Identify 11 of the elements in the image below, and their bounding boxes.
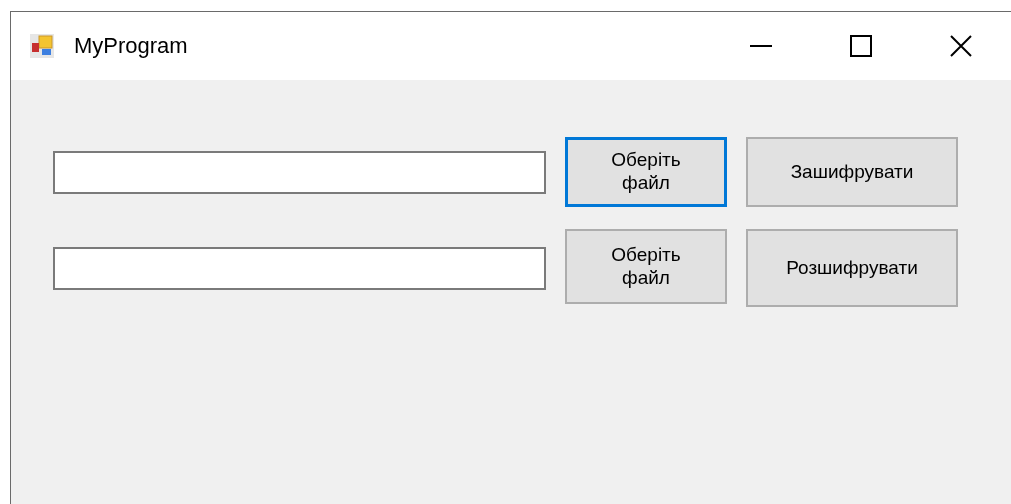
encrypt-button[interactable]: Зашифрувати: [746, 137, 958, 207]
choose-file-button[interactable]: Оберіть файл: [565, 229, 727, 304]
file-path-field[interactable]: [53, 150, 546, 194]
app-icon: [30, 34, 54, 58]
file-path-field[interactable]: [53, 246, 546, 290]
window-title: MyProgram: [74, 33, 189, 59]
minimize-icon: [750, 45, 772, 47]
decrypt-button[interactable]: Розшифрувати: [746, 229, 958, 307]
close-icon: [950, 35, 972, 57]
choose-file-button[interactable]: Оберіть файл: [565, 137, 727, 207]
maximize-icon: [850, 35, 872, 57]
